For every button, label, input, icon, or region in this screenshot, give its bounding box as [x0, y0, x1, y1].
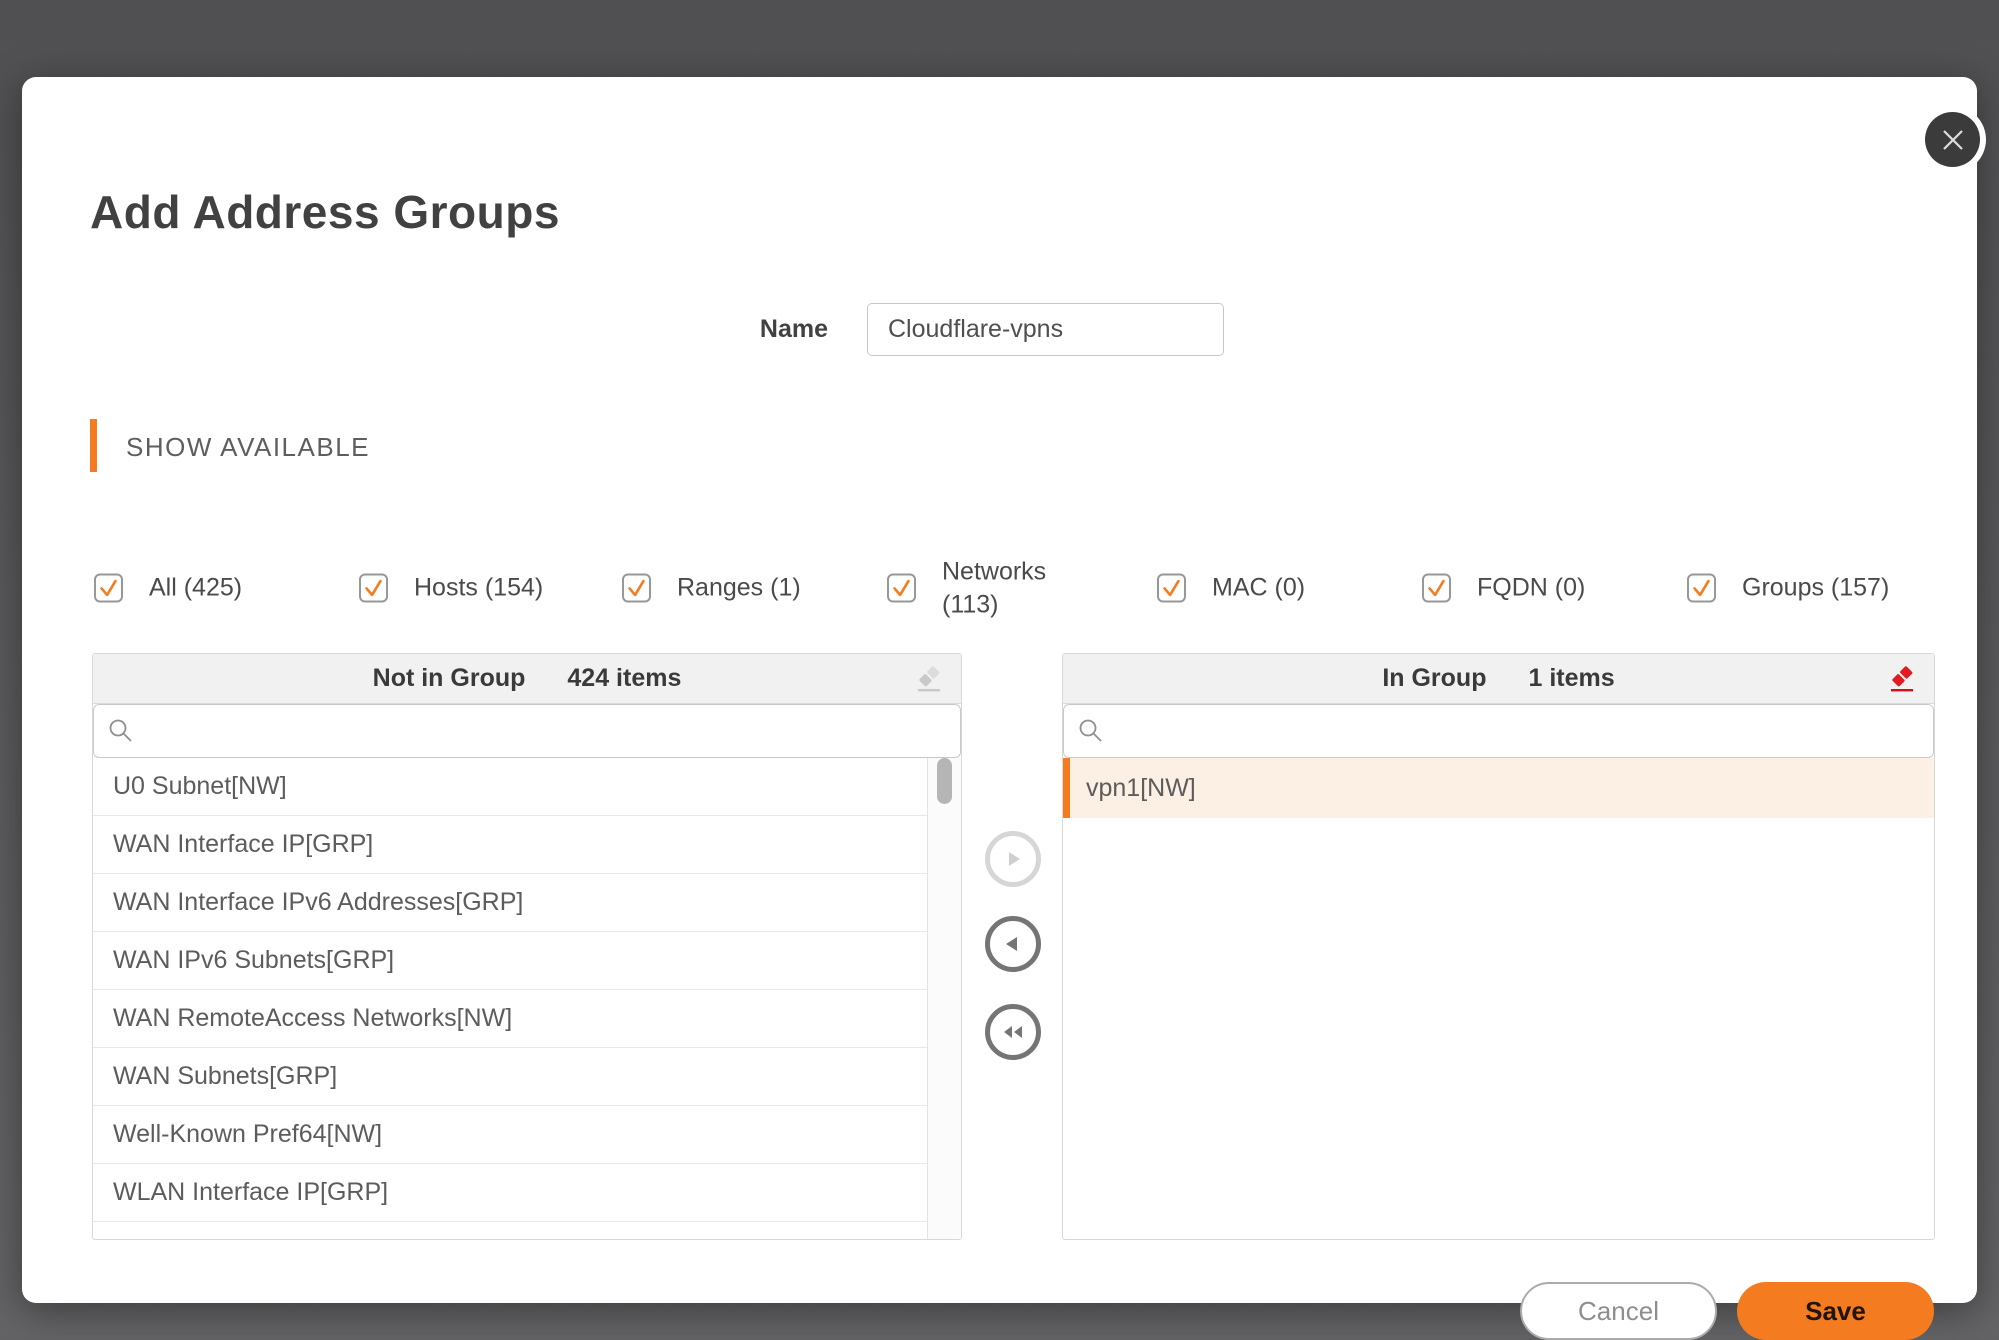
selected-list-item[interactable]: vpn1[NW] [1063, 758, 1934, 818]
filter-checkbox-group[interactable]: All (425) [94, 574, 242, 603]
panel-title: Not in Group [373, 664, 526, 693]
filter-label: Ranges (1) [677, 574, 801, 603]
panel-count: 1 items [1528, 664, 1614, 693]
checkmark-icon [1689, 575, 1714, 602]
move-left-button[interactable] [985, 916, 1041, 972]
name-input[interactable] [867, 303, 1224, 356]
arrow-right-icon [1000, 846, 1026, 872]
checkbox-icon[interactable] [1157, 574, 1186, 603]
filter-label: Networks (113) [942, 556, 1072, 621]
arrow-left-icon [1000, 931, 1026, 957]
name-label: Name [722, 315, 828, 344]
cancel-button[interactable]: Cancel [1520, 1282, 1717, 1340]
move-right-button[interactable] [985, 831, 1041, 887]
checkmark-icon [1424, 575, 1449, 602]
double-arrow-left-icon [999, 1019, 1027, 1045]
filter-label: All (425) [149, 574, 242, 603]
save-button[interactable]: Save [1737, 1282, 1934, 1340]
scrollbar-track[interactable] [927, 758, 961, 1239]
list-item[interactable]: WAN Interface IPv6 Addresses[GRP] [93, 874, 927, 932]
checkbox-icon[interactable] [1687, 574, 1716, 603]
checkmark-icon [361, 575, 386, 602]
filter-checkbox-group[interactable]: Networks (113) [887, 556, 1072, 621]
not-in-group-header: Not in Group 424 items [93, 654, 961, 704]
section-accent-bar [90, 419, 97, 472]
filter-label: MAC (0) [1212, 574, 1305, 603]
add-address-groups-dialog: Add Address Groups Name SHOW AVAILABLE A… [22, 77, 1977, 1303]
list-item[interactable]: WAN Subnets[GRP] [93, 1048, 927, 1106]
in-group-list: vpn1[NW] [1063, 758, 1934, 1239]
not-in-group-panel: Not in Group 424 items [92, 653, 962, 1240]
eraser-icon [912, 662, 946, 696]
filter-checkbox-group[interactable]: Groups (157) [1687, 574, 1889, 603]
list-item[interactable]: WLAN Interface IP[GRP] [93, 1164, 927, 1222]
not-in-group-list: U0 Subnet[NW]WAN Interface IP[GRP]WAN In… [93, 758, 927, 1239]
checkbox-icon[interactable] [359, 574, 388, 603]
not-in-group-search [93, 704, 961, 758]
dialog-title: Add Address Groups [90, 185, 560, 239]
search-input[interactable] [93, 704, 961, 758]
in-group-header: In Group 1 items [1063, 654, 1934, 704]
move-all-left-button[interactable] [985, 1004, 1041, 1060]
checkbox-icon[interactable] [94, 574, 123, 603]
checkmark-icon [889, 575, 914, 602]
section-title: SHOW AVAILABLE [126, 432, 370, 463]
checkmark-icon [96, 575, 121, 602]
filter-checkbox-group[interactable]: MAC (0) [1157, 574, 1305, 603]
scrollbar-thumb[interactable] [937, 758, 952, 804]
list-item[interactable]: WAN RemoteAccess Networks[NW] [93, 990, 927, 1048]
screen: Add Address Groups Name SHOW AVAILABLE A… [0, 0, 1999, 1340]
clear-selection-button[interactable] [911, 661, 947, 697]
type-filters: All (425) Hosts (154) Ranges (1) [22, 532, 1999, 644]
panel-title: In Group [1382, 664, 1486, 693]
checkmark-icon [624, 575, 649, 602]
checkbox-icon[interactable] [622, 574, 651, 603]
filter-label: Groups (157) [1742, 574, 1889, 603]
list-item[interactable]: WAN Interface IP[GRP] [93, 816, 927, 874]
in-group-panel: In Group 1 items [1062, 653, 1935, 1240]
filter-label: FQDN (0) [1477, 574, 1585, 603]
in-group-search [1063, 704, 1934, 758]
list-item[interactable]: U0 Subnet[NW] [93, 758, 927, 816]
clear-group-button[interactable] [1884, 661, 1920, 697]
search-input[interactable] [1063, 704, 1934, 758]
checkbox-icon[interactable] [1422, 574, 1451, 603]
panel-count: 424 items [567, 664, 681, 693]
filter-checkbox-group[interactable]: Hosts (154) [359, 574, 543, 603]
list-item[interactable]: Well-Known Pref64[NW] [93, 1106, 927, 1164]
close-icon [1940, 127, 1966, 153]
list-item[interactable]: WAN IPv6 Subnets[GRP] [93, 932, 927, 990]
eraser-icon-red [1885, 662, 1919, 696]
filter-label: Hosts (154) [414, 574, 543, 603]
close-button[interactable] [1925, 112, 1980, 167]
checkbox-icon[interactable] [887, 574, 916, 603]
checkmark-icon [1159, 575, 1184, 602]
filter-checkbox-group[interactable]: FQDN (0) [1422, 574, 1585, 603]
filter-checkbox-group[interactable]: Ranges (1) [622, 574, 801, 603]
